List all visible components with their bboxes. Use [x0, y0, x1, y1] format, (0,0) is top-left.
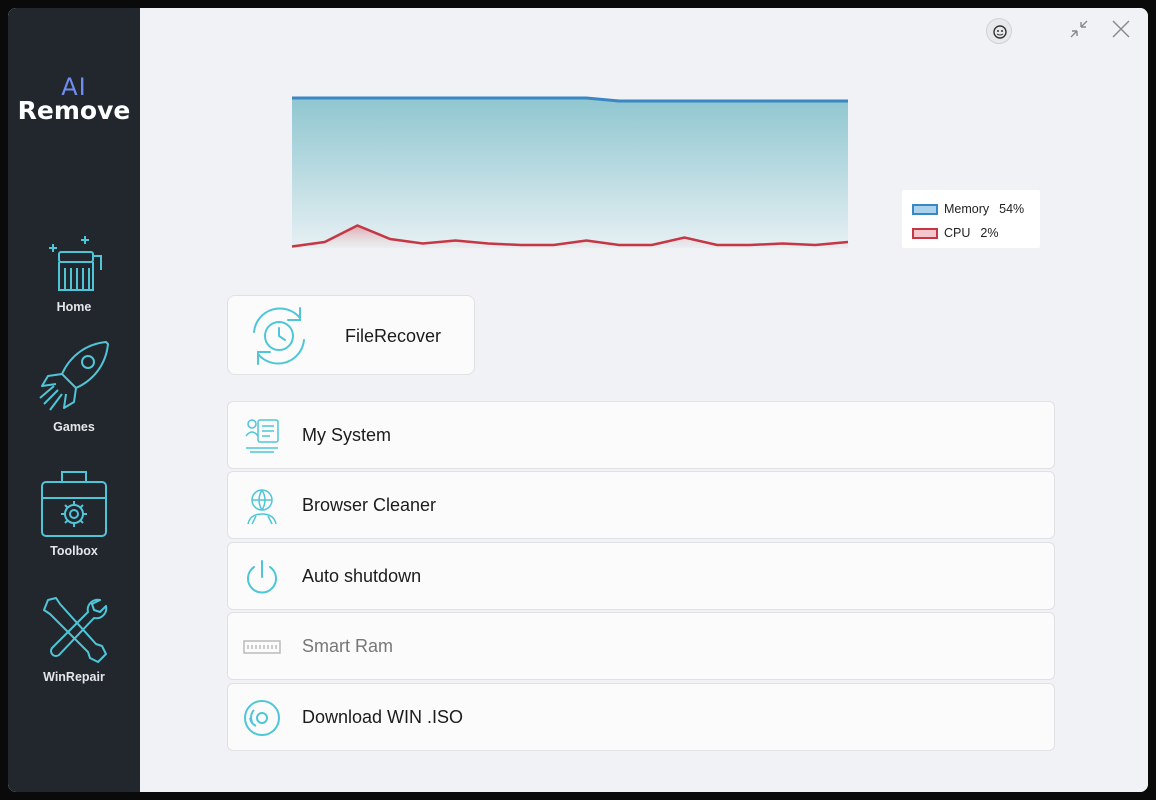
auto-shutdown-button[interactable]: Auto shutdown [227, 542, 1055, 610]
memory-point [651, 101, 652, 102]
memory-point [684, 101, 685, 102]
close-button[interactable] [1110, 18, 1132, 40]
memory-point [586, 98, 587, 99]
minimize-button[interactable] [1068, 18, 1090, 40]
memory-point [782, 101, 783, 102]
cpu-point [619, 245, 620, 246]
cpu-point [553, 245, 554, 246]
memory-point [422, 98, 423, 99]
file-recover-button[interactable]: FileRecover [227, 295, 475, 375]
cpu-point [292, 246, 293, 247]
legend-cpu-label: CPU [944, 226, 971, 240]
memory-point [520, 98, 521, 99]
memory-point [292, 98, 293, 99]
sidebar: AI Remove Home Games Toolbox WinRepair [8, 8, 140, 792]
clock-recover-icon [253, 307, 305, 365]
cpu-point [782, 243, 783, 244]
cpu-point [815, 245, 816, 246]
cpu-point [455, 240, 456, 241]
cpu-point [520, 245, 521, 246]
my-system-button[interactable]: My System [227, 401, 1055, 469]
rocket-icon [39, 341, 109, 411]
main-panel: Memory 54% CPU 2% FileRecover My System … [140, 8, 1148, 792]
cpu-point [586, 240, 587, 241]
legend-memory: Memory 54% [912, 200, 1024, 218]
memory-point [619, 101, 620, 102]
cpu-point [422, 243, 423, 244]
sidebar-item-label: Home [56, 300, 92, 314]
memory-point [848, 101, 849, 102]
system-info-icon [245, 419, 279, 453]
smart-ram-button[interactable]: Smart Ram [227, 612, 1055, 680]
cpu-point [651, 245, 652, 246]
avatar-icon [993, 25, 1007, 39]
avatar-button[interactable] [986, 18, 1012, 44]
cpu-point [717, 245, 718, 246]
legend-memory-label: Memory [944, 202, 990, 216]
logo-line-1: AI [61, 73, 87, 101]
minimize-shrink-icon [1070, 20, 1088, 38]
cpu-point [390, 239, 391, 240]
usage-chart [291, 96, 849, 248]
cpu-point [324, 242, 325, 243]
memory-area [292, 98, 848, 248]
cpu-point [749, 245, 750, 246]
memory-point [357, 98, 358, 99]
wrench-screwdriver-icon [43, 597, 108, 663]
legend-memory-value: 54% [999, 202, 1025, 216]
sidebar-item-label: Games [53, 420, 95, 434]
file-recover-label: FileRecover [345, 326, 442, 346]
memory-point [749, 101, 750, 102]
memory-swatch [912, 203, 938, 215]
cpu-point [684, 237, 685, 238]
smart-ram-label: Smart Ram [302, 636, 394, 656]
sidebar-item-home[interactable]: Home [8, 232, 140, 314]
logo-line-2: Remove [17, 96, 131, 125]
cpu-point [488, 243, 489, 244]
memory-point [553, 98, 554, 99]
download-win-iso-label: Download WIN .ISO [302, 707, 464, 727]
cpu-point [357, 225, 358, 226]
sidebar-item-label: WinRepair [43, 670, 105, 684]
cpu-point [848, 242, 849, 243]
cpu-swatch [912, 227, 938, 239]
memory-point [324, 98, 325, 99]
memory-point [815, 101, 816, 102]
app-window: AI Remove Home Games Toolbox WinRepair M… [8, 8, 1148, 792]
ram-module-icon [243, 640, 281, 654]
memory-point [488, 98, 489, 99]
download-win-iso-button[interactable]: Download WIN .ISO [227, 683, 1055, 751]
memory-point [455, 98, 456, 99]
chart-legend: Memory 54% CPU 2% [902, 190, 1040, 248]
app-logo: AI Remove [8, 73, 140, 125]
sidebar-item-games[interactable]: Games [8, 340, 140, 434]
memory-point [717, 101, 718, 102]
legend-cpu: CPU 2% [912, 224, 998, 242]
legend-cpu-value: 2% [980, 226, 999, 240]
browser-cleaner-button[interactable]: Browser Cleaner [227, 471, 1055, 539]
browser-cleaner-label: Browser Cleaner [302, 495, 437, 515]
auto-shutdown-label: Auto shutdown [302, 566, 422, 586]
sidebar-item-toolbox[interactable]: Toolbox [8, 468, 140, 558]
close-icon [1112, 20, 1130, 38]
disc-icon [244, 700, 280, 736]
toolbox-gear-icon [41, 471, 107, 537]
sidebar-item-label: Toolbox [50, 544, 98, 558]
sidebar-item-winrepair[interactable]: WinRepair [8, 594, 140, 684]
browser-globe-icon [247, 489, 277, 525]
my-system-label: My System [302, 425, 392, 445]
broom-sparkle-icon [49, 236, 102, 291]
power-icon [247, 560, 277, 594]
memory-point [390, 98, 391, 99]
